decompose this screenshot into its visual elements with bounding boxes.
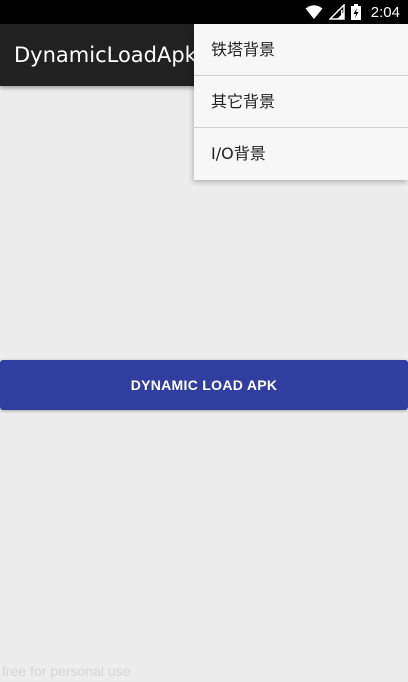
status-time: 2:04	[370, 3, 400, 21]
dynamic-load-apk-button[interactable]: DYNAMIC LOAD APK	[0, 360, 408, 410]
watermark: free for personal use	[2, 663, 131, 679]
wifi-icon	[305, 4, 323, 20]
status-icons: 2:04	[305, 0, 400, 24]
status-bar: 2:04	[0, 0, 408, 24]
menu-item-tower-background[interactable]: 铁塔背景	[194, 24, 408, 76]
menu-item-other-background[interactable]: 其它背景	[194, 76, 408, 128]
app-title: DynamicLoadApk	[14, 43, 197, 67]
cell-signal-icon	[328, 4, 345, 20]
battery-charging-icon	[350, 4, 361, 20]
menu-item-io-background[interactable]: I/O背景	[194, 128, 408, 180]
load-button-label: DYNAMIC LOAD APK	[130, 377, 278, 393]
overflow-menu: 铁塔背景 其它背景 I/O背景	[194, 24, 408, 180]
